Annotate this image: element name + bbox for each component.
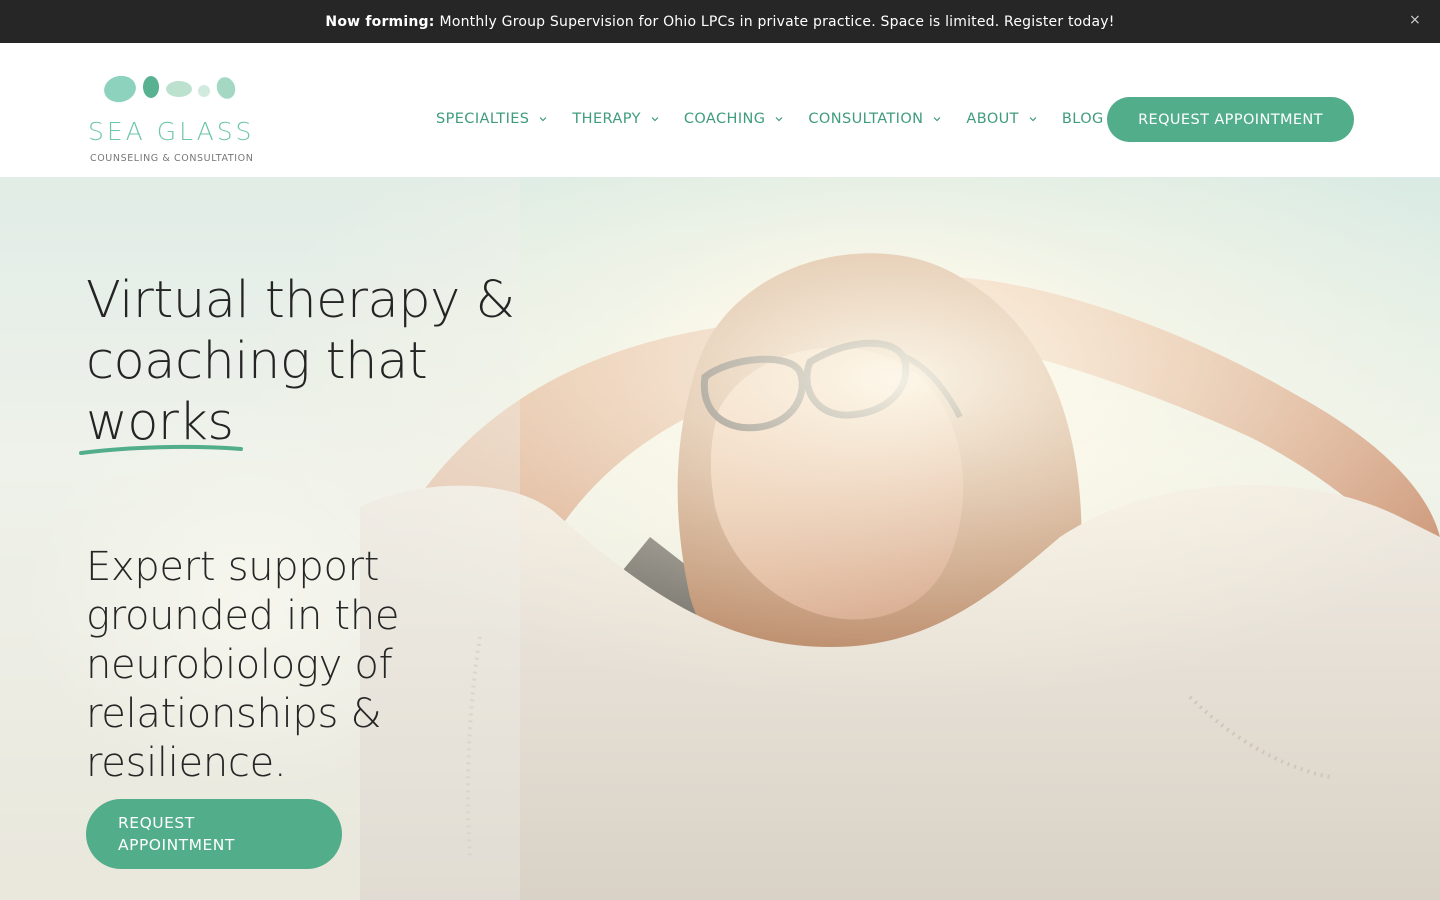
announcement-bar: Now forming: Monthly Group Supervision f… xyxy=(0,0,1440,43)
chevron-down-icon xyxy=(775,117,783,122)
announcement-label: Now forming: xyxy=(325,13,435,30)
hero-headline: Virtual therapy & coaching that works xyxy=(86,270,566,453)
chevron-down-icon xyxy=(539,117,547,122)
cta-line-1: REQUEST xyxy=(118,814,195,832)
nav-item-label: COACHING xyxy=(683,111,766,127)
hero-section: Virtual therapy & coaching that works Ex… xyxy=(0,177,1440,900)
sea-glass-stones-icon xyxy=(104,75,236,103)
nav-item-blog[interactable]: BLOG xyxy=(1062,111,1104,127)
hero-request-appointment-button[interactable]: REQUEST APPOINTMENT xyxy=(86,799,342,869)
announcement-text[interactable]: Monthly Group Supervision for Ohio LPCs … xyxy=(440,14,1115,30)
nav-item-coaching[interactable]: COACHING xyxy=(684,111,785,127)
headline-line-1: Virtual therapy & xyxy=(86,271,515,330)
logo-tagline: COUNSELING & CONSULTATION xyxy=(90,153,254,164)
nav-item-about[interactable]: ABOUT xyxy=(966,111,1038,127)
logo-wordmark: SEA GLASS xyxy=(88,117,255,146)
headline-underline-icon xyxy=(79,444,243,455)
main-nav: SPECIALTIES THERAPY COACHING CONSULTATIO… xyxy=(436,109,1104,129)
chevron-down-icon xyxy=(1029,117,1037,122)
nav-item-label: CONSULTATION xyxy=(808,111,924,127)
cta-line-2: APPOINTMENT xyxy=(118,836,235,854)
nav-item-label: THERAPY xyxy=(572,111,641,127)
logo[interactable]: SEA GLASS COUNSELING & CONSULTATION xyxy=(88,73,258,168)
request-appointment-button[interactable]: REQUEST APPOINTMENT xyxy=(1107,97,1354,142)
nav-item-consultation[interactable]: CONSULTATION xyxy=(808,111,942,127)
close-icon[interactable]: × xyxy=(1406,11,1424,29)
headline-line-2: coaching that xyxy=(86,332,428,391)
hero-subhead: Expert support grounded in the neurobiol… xyxy=(86,544,400,786)
nav-item-label: ABOUT xyxy=(966,111,1019,127)
nav-item-therapy[interactable]: THERAPY xyxy=(572,111,659,127)
chevron-down-icon xyxy=(651,117,659,122)
chevron-down-icon xyxy=(933,117,941,122)
nav-item-specialties[interactable]: SPECIALTIES xyxy=(436,111,548,127)
nav-item-label: BLOG xyxy=(1061,111,1104,127)
nav-item-label: SPECIALTIES xyxy=(436,111,530,127)
site-header: SEA GLASS COUNSELING & CONSULTATION SPEC… xyxy=(0,43,1440,177)
